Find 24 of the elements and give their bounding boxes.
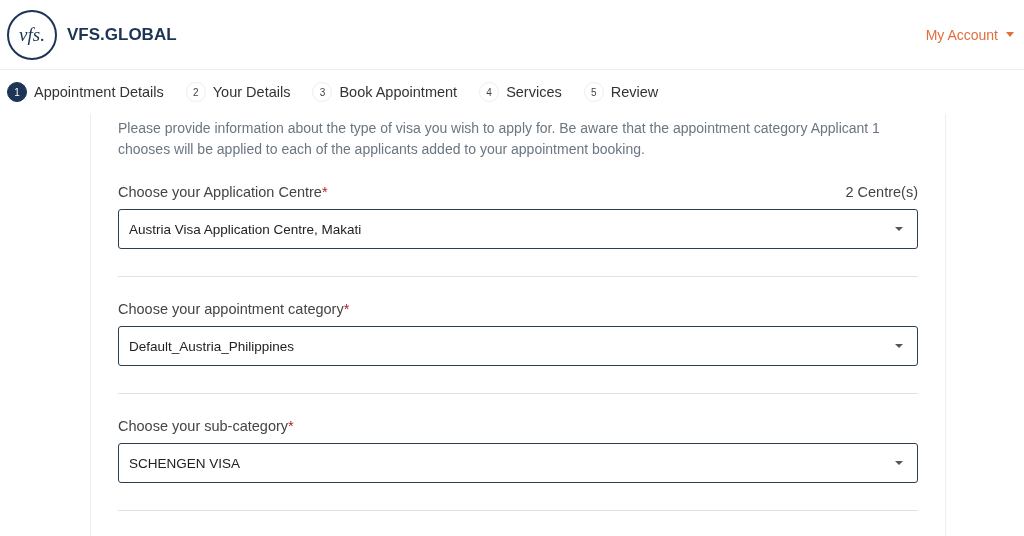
step-tab[interactable]: 5 Review [583,82,659,102]
logo-icon: vfs. [7,9,57,60]
step-tab[interactable]: 2 Your Details [185,82,291,102]
step-tab[interactable]: 3 Book Appointment [312,82,458,102]
select-field[interactable]: SCHENGEN VISA [118,443,918,483]
field-label: Choose your Application Centre* [118,184,328,200]
select-field[interactable]: Austria Visa Application Centre, Makati [118,209,918,249]
select-field[interactable]: Default_Austria_Philippines [118,326,918,366]
step-number: 2 [185,82,206,102]
intro-text: Please provide information about the type of visa you wish to apply for. Be aware that the appointment category Applicant 1 chooses will be applied to each of the applicants added to your appointment booking. [118,119,881,159]
dropdown-caret-icon [895,227,903,231]
field-label: Choose your appointment category* [118,301,350,317]
caret-icon [1006,32,1014,37]
field-label: Choose your sub-category* [118,418,294,434]
brand-name: VFS.GLOBAL [67,24,177,45]
step-number: 5 [583,82,604,102]
step-number: 3 [312,82,333,102]
dropdown-caret-icon [895,344,903,348]
step-tab[interactable]: 4 Services [479,82,562,102]
step-number: 1 [7,82,27,102]
step-tab[interactable]: 1 Appointment Details [7,82,164,102]
centre-count: 2 Centre(s) [845,184,918,200]
dropdown-caret-icon [895,461,903,465]
step-number: 4 [479,82,500,102]
